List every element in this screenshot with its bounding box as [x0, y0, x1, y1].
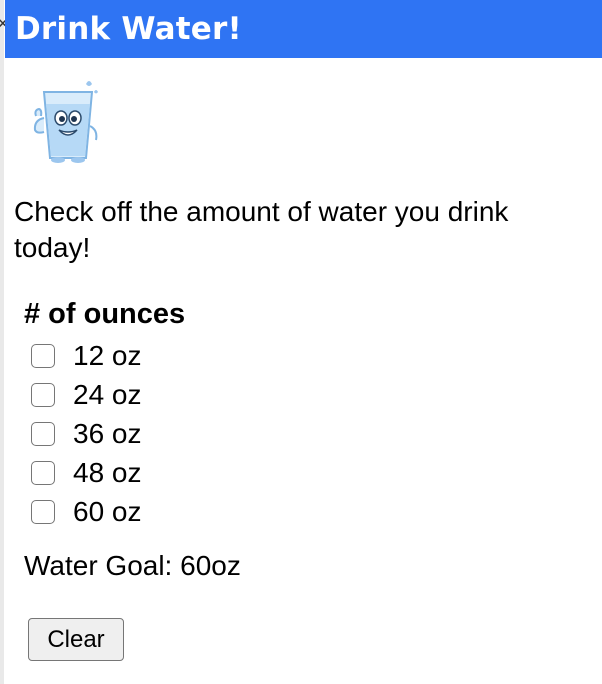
- checkbox-label: 36 oz: [73, 417, 142, 449]
- list-item: 60 oz: [31, 492, 142, 531]
- header-bar: Drink Water!: [5, 0, 602, 58]
- checkbox-label: 24 oz: [73, 378, 142, 410]
- checkbox-36-oz[interactable]: [31, 421, 55, 446]
- checkbox-label: 60 oz: [73, 495, 142, 527]
- water-goal-text: Water Goal: 60oz: [24, 550, 241, 581]
- checkbox-label: 12 oz: [73, 339, 142, 371]
- ounces-list: 12 oz 24 oz 36 oz 48 oz 60 oz: [31, 336, 142, 531]
- window-edge: [0, 0, 4, 684]
- checkbox-24-oz[interactable]: [31, 382, 55, 407]
- checkbox-48-oz[interactable]: [31, 460, 55, 485]
- list-item: 12 oz: [31, 336, 142, 375]
- checkbox-60-oz[interactable]: [31, 499, 55, 524]
- checkbox-label: 48 oz: [73, 456, 142, 488]
- clear-button[interactable]: Clear: [28, 618, 124, 661]
- checkbox-12-oz[interactable]: [31, 343, 55, 368]
- list-item: 24 oz: [31, 375, 142, 414]
- ounces-heading: # of ounces: [24, 298, 186, 330]
- intro-text: Check off the amount of water you drink …: [14, 196, 509, 263]
- page-title: Drink Water!: [15, 11, 242, 47]
- list-item: 36 oz: [31, 414, 142, 453]
- list-item: 48 oz: [31, 453, 142, 492]
- water-glass-mascot-icon: [28, 78, 104, 166]
